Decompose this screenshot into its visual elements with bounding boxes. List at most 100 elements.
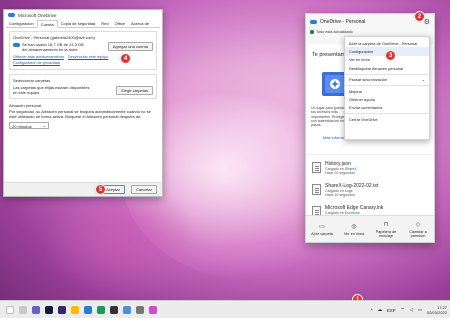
cloud-storage-icon (13, 43, 20, 47)
tab-acerca-de[interactable]: Acerca de (128, 20, 152, 27)
clock-date: 02/03/2022 (426, 310, 447, 315)
globe-icon: ◎ (351, 223, 357, 230)
menu-item-pause-sync[interactable]: Pausar sincronización ⌄ (345, 76, 429, 84)
dialog-title: Microsoft OneDrive (18, 12, 57, 18)
personal-vault-header: Almacén personal (9, 103, 42, 108)
cancel-button[interactable]: Cancelar (130, 185, 157, 194)
step-marker-2: 2 (414, 11, 425, 22)
onedrive-settings-dialog: Microsoft OneDrive Configuración Cuenta … (3, 9, 163, 197)
open-folder-label: Abrir carpeta (311, 231, 333, 236)
list-item[interactable]: ShareX-Log-2022-02.txt Cargado en Logs H… (306, 177, 434, 199)
menu-separator (345, 113, 429, 115)
onedrive-action-bar: ▭ Abrir carpeta ◎ Ver en línea ⊓ Papeler… (306, 215, 434, 242)
edge-icon[interactable] (97, 305, 105, 314)
recycle-bin-button[interactable]: ⊓ Papelera de reciclaje (371, 221, 401, 238)
file-explorer-icon[interactable] (71, 305, 79, 314)
chevron-down-icon: ⌄ (42, 123, 46, 128)
taskbar: ^ ☁ ESP ⌔ ◁ ▭ 17:27 02/03/2022 (0, 300, 450, 318)
folders-header: Seleccionar carpetas (13, 78, 51, 83)
app-icon[interactable] (110, 305, 118, 314)
step-marker-3: 3 (385, 50, 396, 61)
folders-text: Las carpetas que elijas estarán disponib… (13, 85, 90, 95)
choose-folders-button[interactable]: Elegir carpetas (116, 85, 153, 95)
usage-text: Se han usado 16,7 GB de 24,3 GB del alma… (22, 42, 84, 52)
view-online-label: Ver en línea (343, 231, 365, 236)
list-item[interactable]: History.json Cargado en ShareX Hace 20 s… (306, 155, 434, 177)
file-action: Cargado en (325, 210, 344, 215)
menu-item-label: Cerrar OneDrive (349, 116, 378, 122)
menu-item-open-folder[interactable]: Abrir la carpeta de OneDrive - Personal (345, 39, 429, 47)
start-icon[interactable] (6, 305, 14, 314)
app-icon[interactable] (149, 305, 157, 314)
sync-status: Todo está actualizado (306, 30, 434, 34)
chevron-up-icon[interactable]: ^ (371, 308, 373, 313)
folder-icon: ▭ (319, 223, 325, 230)
taskbar-apps (0, 305, 157, 314)
tab-cuenta[interactable]: Cuenta (36, 20, 58, 28)
menu-item-label: Configuración (349, 49, 374, 55)
account-header: OneDrive - Personal (gabriela2400@live.c… (13, 35, 95, 40)
menu-item-label: Ver en línea (349, 57, 370, 63)
onedrive-tray-icon[interactable]: ☁ (378, 307, 382, 313)
tab-copia-de-seguridad[interactable]: Copia de seguridad (58, 20, 99, 27)
menu-item-upgrade[interactable]: Mejorar (345, 87, 429, 95)
battery-icon[interactable]: ▭ (418, 307, 422, 313)
step-marker-5: 5 (95, 184, 106, 195)
account-group: OneDrive - Personal (gabriela2400@live.c… (9, 31, 157, 70)
privacy-settings-link[interactable]: Configuración de privacidad (13, 61, 60, 65)
menu-item-label: Mejorar (349, 88, 363, 94)
menu-separator (345, 73, 429, 75)
menu-item-send-feedback[interactable]: Enviar comentarios (345, 104, 429, 112)
file-action: Cargado en (325, 166, 344, 171)
open-folder-button[interactable]: ▭ Abrir carpeta (307, 223, 337, 236)
menu-separator (345, 84, 429, 86)
dialog-tabs: Configuración Cuenta Copia de seguridad … (6, 20, 160, 28)
lock-after-select[interactable]: 20 minutos ⌄ (9, 122, 49, 129)
language-indicator[interactable]: ESP (387, 308, 396, 313)
menu-item-get-help[interactable]: Obtener ayuda (345, 95, 429, 103)
app-icon[interactable] (123, 305, 131, 314)
menu-item-label: Pausar sincronización (349, 77, 388, 83)
dialog-titlebar[interactable]: Microsoft OneDrive (4, 10, 162, 20)
menu-item-close-onedrive[interactable]: Cerrar OneDrive (345, 115, 429, 123)
menu-item-label: Abrir la carpeta de OneDrive - Personal (349, 40, 418, 46)
chevron-down-icon: ⌄ (421, 77, 425, 83)
unlink-pc-link[interactable]: Desvincular este equipo (68, 55, 109, 60)
go-premium-button[interactable]: ◇ Cambiar a premium (403, 221, 433, 238)
add-account-button[interactable]: Agregar una cuenta (107, 42, 153, 51)
personal-vault-section: Almacén personal Por seguridad, su Almac… (9, 103, 157, 129)
file-icon (312, 162, 321, 173)
tab-red[interactable]: Red (98, 20, 111, 27)
search-icon[interactable] (19, 305, 27, 314)
app-icon[interactable] (32, 305, 40, 314)
menu-item-label: Enviar comentarios (349, 105, 383, 111)
check-status-icon (310, 30, 314, 34)
file-action: Cargado en (325, 188, 344, 193)
onedrive-cloud-icon (310, 20, 317, 24)
file-location-link[interactable]: ShareX (345, 167, 357, 171)
app-icon[interactable] (136, 305, 144, 314)
gear-icon[interactable]: ⚙ (424, 18, 430, 26)
store-icon[interactable] (84, 305, 92, 314)
volume-icon[interactable]: ◁ (410, 307, 413, 313)
wifi-icon[interactable]: ⌔ (401, 307, 405, 313)
onedrive-cloud-icon (8, 13, 15, 17)
personal-vault-text: Por seguridad, su Almacén personal se bl… (9, 109, 151, 119)
recycle-bin-label: Papelera de reciclaje (375, 229, 397, 238)
menu-item-unlock-vault[interactable]: Desbloquear Almacén personal (345, 64, 429, 72)
dialog-body: OneDrive - Personal (gabriela2400@live.c… (4, 28, 162, 132)
wallpaper-bloom-lower (40, 180, 200, 300)
go-premium-label: Cambiar a premium (409, 229, 427, 238)
premiere-icon[interactable] (58, 305, 66, 314)
menu-item-label: Desbloquear Almacén personal (349, 65, 404, 71)
tab-office[interactable]: Office (112, 20, 128, 27)
photoshop-icon[interactable] (45, 305, 53, 314)
file-location-link[interactable]: Escritorio (345, 211, 360, 215)
file-time: Hace 20 segundos (325, 192, 355, 197)
file-location-link[interactable]: Logs (345, 189, 353, 193)
clock[interactable]: 17:27 02/03/2022 (427, 305, 447, 315)
view-online-button[interactable]: ◎ Ver en línea (339, 223, 369, 236)
tab-configuracion[interactable]: Configuración (6, 20, 37, 27)
file-icon (312, 184, 321, 195)
step-marker-4: 4 (120, 53, 131, 64)
